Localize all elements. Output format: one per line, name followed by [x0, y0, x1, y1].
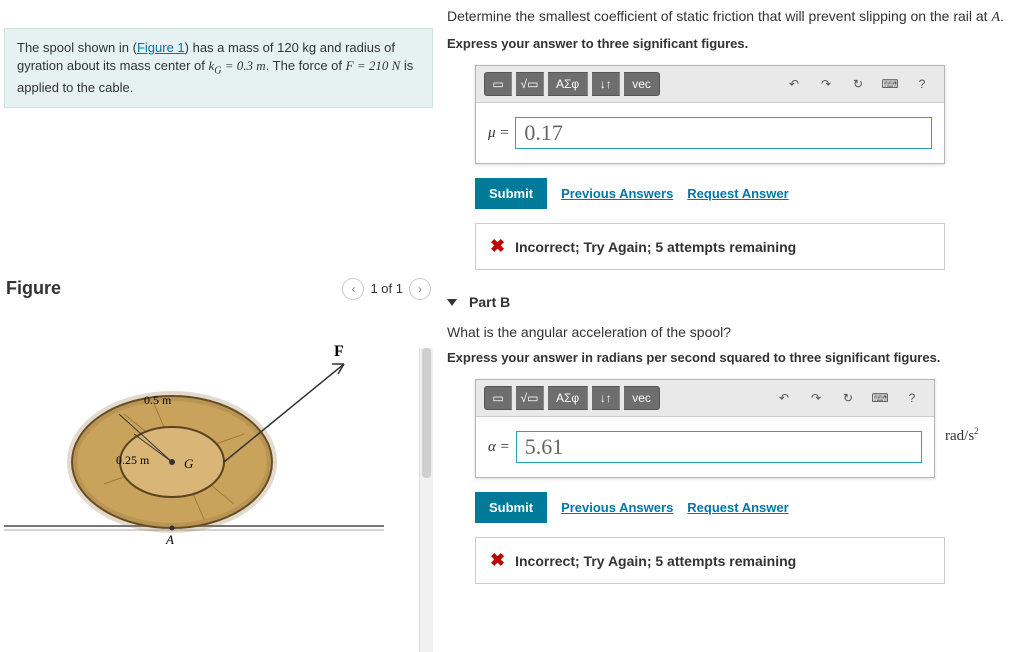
pager-next-button[interactable]: ›	[409, 278, 431, 300]
tb-fraction-icon[interactable]: ▭	[484, 386, 512, 410]
partb-instruction: Express your answer in radians per secon…	[447, 350, 1020, 365]
figure-pager: ‹ 1 of 1 ›	[342, 278, 431, 300]
partb-prompt: What is the angular acceleration of the …	[447, 324, 1020, 340]
kg-expr: kG = 0.3 m	[208, 58, 265, 73]
partb-submit-button[interactable]: Submit	[475, 492, 547, 523]
partb-var: α =	[488, 439, 510, 456]
tb-root-icon[interactable]: √▭	[516, 386, 544, 410]
tb-fraction-icon[interactable]: ▭	[484, 72, 512, 96]
r-inner-label: 0.25 m	[116, 453, 150, 467]
figure-title: Figure	[6, 278, 61, 299]
parta-var: μ =	[488, 125, 509, 142]
force-label: F	[334, 343, 344, 360]
tb-reset-icon[interactable]: ↻	[844, 72, 872, 96]
parta-instruction: Express your answer to three significant…	[447, 36, 1020, 51]
partb-input[interactable]	[516, 431, 922, 463]
tb-redo-icon[interactable]: ↷	[812, 72, 840, 96]
parta-feedback: ✖ Incorrect; Try Again; 5 attempts remai…	[475, 223, 945, 270]
tb-help-button[interactable]: ?	[908, 72, 936, 96]
incorrect-x-icon: ✖	[490, 550, 505, 571]
center-g-label: G	[184, 456, 194, 471]
problem-pre: The spool shown in (	[17, 40, 137, 55]
figure-scrollbar[interactable]	[419, 348, 433, 652]
tb-help-button[interactable]: ?	[898, 386, 926, 410]
parta-request-link[interactable]: Request Answer	[687, 186, 788, 201]
problem-mid: . The force of	[266, 58, 346, 73]
partb-previous-link[interactable]: Previous Answers	[561, 500, 673, 515]
force-expr: F = 210 N	[346, 58, 401, 73]
partb-label: Part B	[469, 294, 510, 310]
tb-undo-icon[interactable]: ↶	[770, 386, 798, 410]
parta-submit-button[interactable]: Submit	[475, 178, 547, 209]
tb-vec-button[interactable]: vec	[624, 72, 660, 96]
tb-keyboard-icon[interactable]: ⌨	[876, 72, 904, 96]
pager-label: 1 of 1	[370, 281, 403, 296]
parta-answer-box: ▭√▭ΑΣφ↓↑vec ↶ ↷ ↻ ⌨ ? μ =	[475, 65, 945, 164]
parta-toolbar: ▭√▭ΑΣφ↓↑vec ↶ ↷ ↻ ⌨ ?	[476, 66, 944, 103]
partb-answer-box: ▭√▭ΑΣφ↓↑vec ↶ ↷ ↻ ⌨ ? α =	[475, 379, 935, 478]
tb-arrows-icon[interactable]: ↓↑	[592, 386, 620, 410]
tb-reset-icon[interactable]: ↻	[834, 386, 862, 410]
pager-prev-button[interactable]: ‹	[342, 278, 364, 300]
r-outer-label: 0.5 m	[144, 393, 172, 407]
scrollbar-thumb[interactable]	[422, 348, 431, 478]
parta-input[interactable]	[515, 117, 932, 149]
figure-diagram: F 0.5 m 0.25 m G A	[4, 334, 384, 564]
tb-root-icon[interactable]: √▭	[516, 72, 544, 96]
tb-greek-button[interactable]: ΑΣφ	[548, 386, 588, 410]
tb-arrows-icon[interactable]: ↓↑	[592, 72, 620, 96]
tb-vec-button[interactable]: vec	[624, 386, 660, 410]
partb-feedback: ✖ Incorrect; Try Again; 5 attempts remai…	[475, 537, 945, 584]
partb-collapse-toggle[interactable]	[447, 299, 457, 306]
parta-previous-link[interactable]: Previous Answers	[561, 186, 673, 201]
partb-feedback-text: Incorrect; Try Again; 5 attempts remaini…	[515, 553, 796, 569]
parta-feedback-text: Incorrect; Try Again; 5 attempts remaini…	[515, 239, 796, 255]
tb-keyboard-icon[interactable]: ⌨	[866, 386, 894, 410]
incorrect-x-icon: ✖	[490, 236, 505, 257]
tb-greek-button[interactable]: ΑΣφ	[548, 72, 588, 96]
figure-link[interactable]: Figure 1	[137, 40, 185, 55]
point-a-label: A	[165, 532, 174, 547]
partb-toolbar: ▭√▭ΑΣφ↓↑vec ↶ ↷ ↻ ⌨ ?	[476, 380, 934, 417]
parta-prompt: Determine the smallest coefficient of st…	[447, 8, 1020, 26]
problem-statement: The spool shown in (Figure 1) has a mass…	[4, 28, 433, 108]
partb-unit: rad/s2	[945, 426, 979, 445]
tb-undo-icon[interactable]: ↶	[780, 72, 808, 96]
tb-redo-icon[interactable]: ↷	[802, 386, 830, 410]
partb-request-link[interactable]: Request Answer	[687, 500, 788, 515]
